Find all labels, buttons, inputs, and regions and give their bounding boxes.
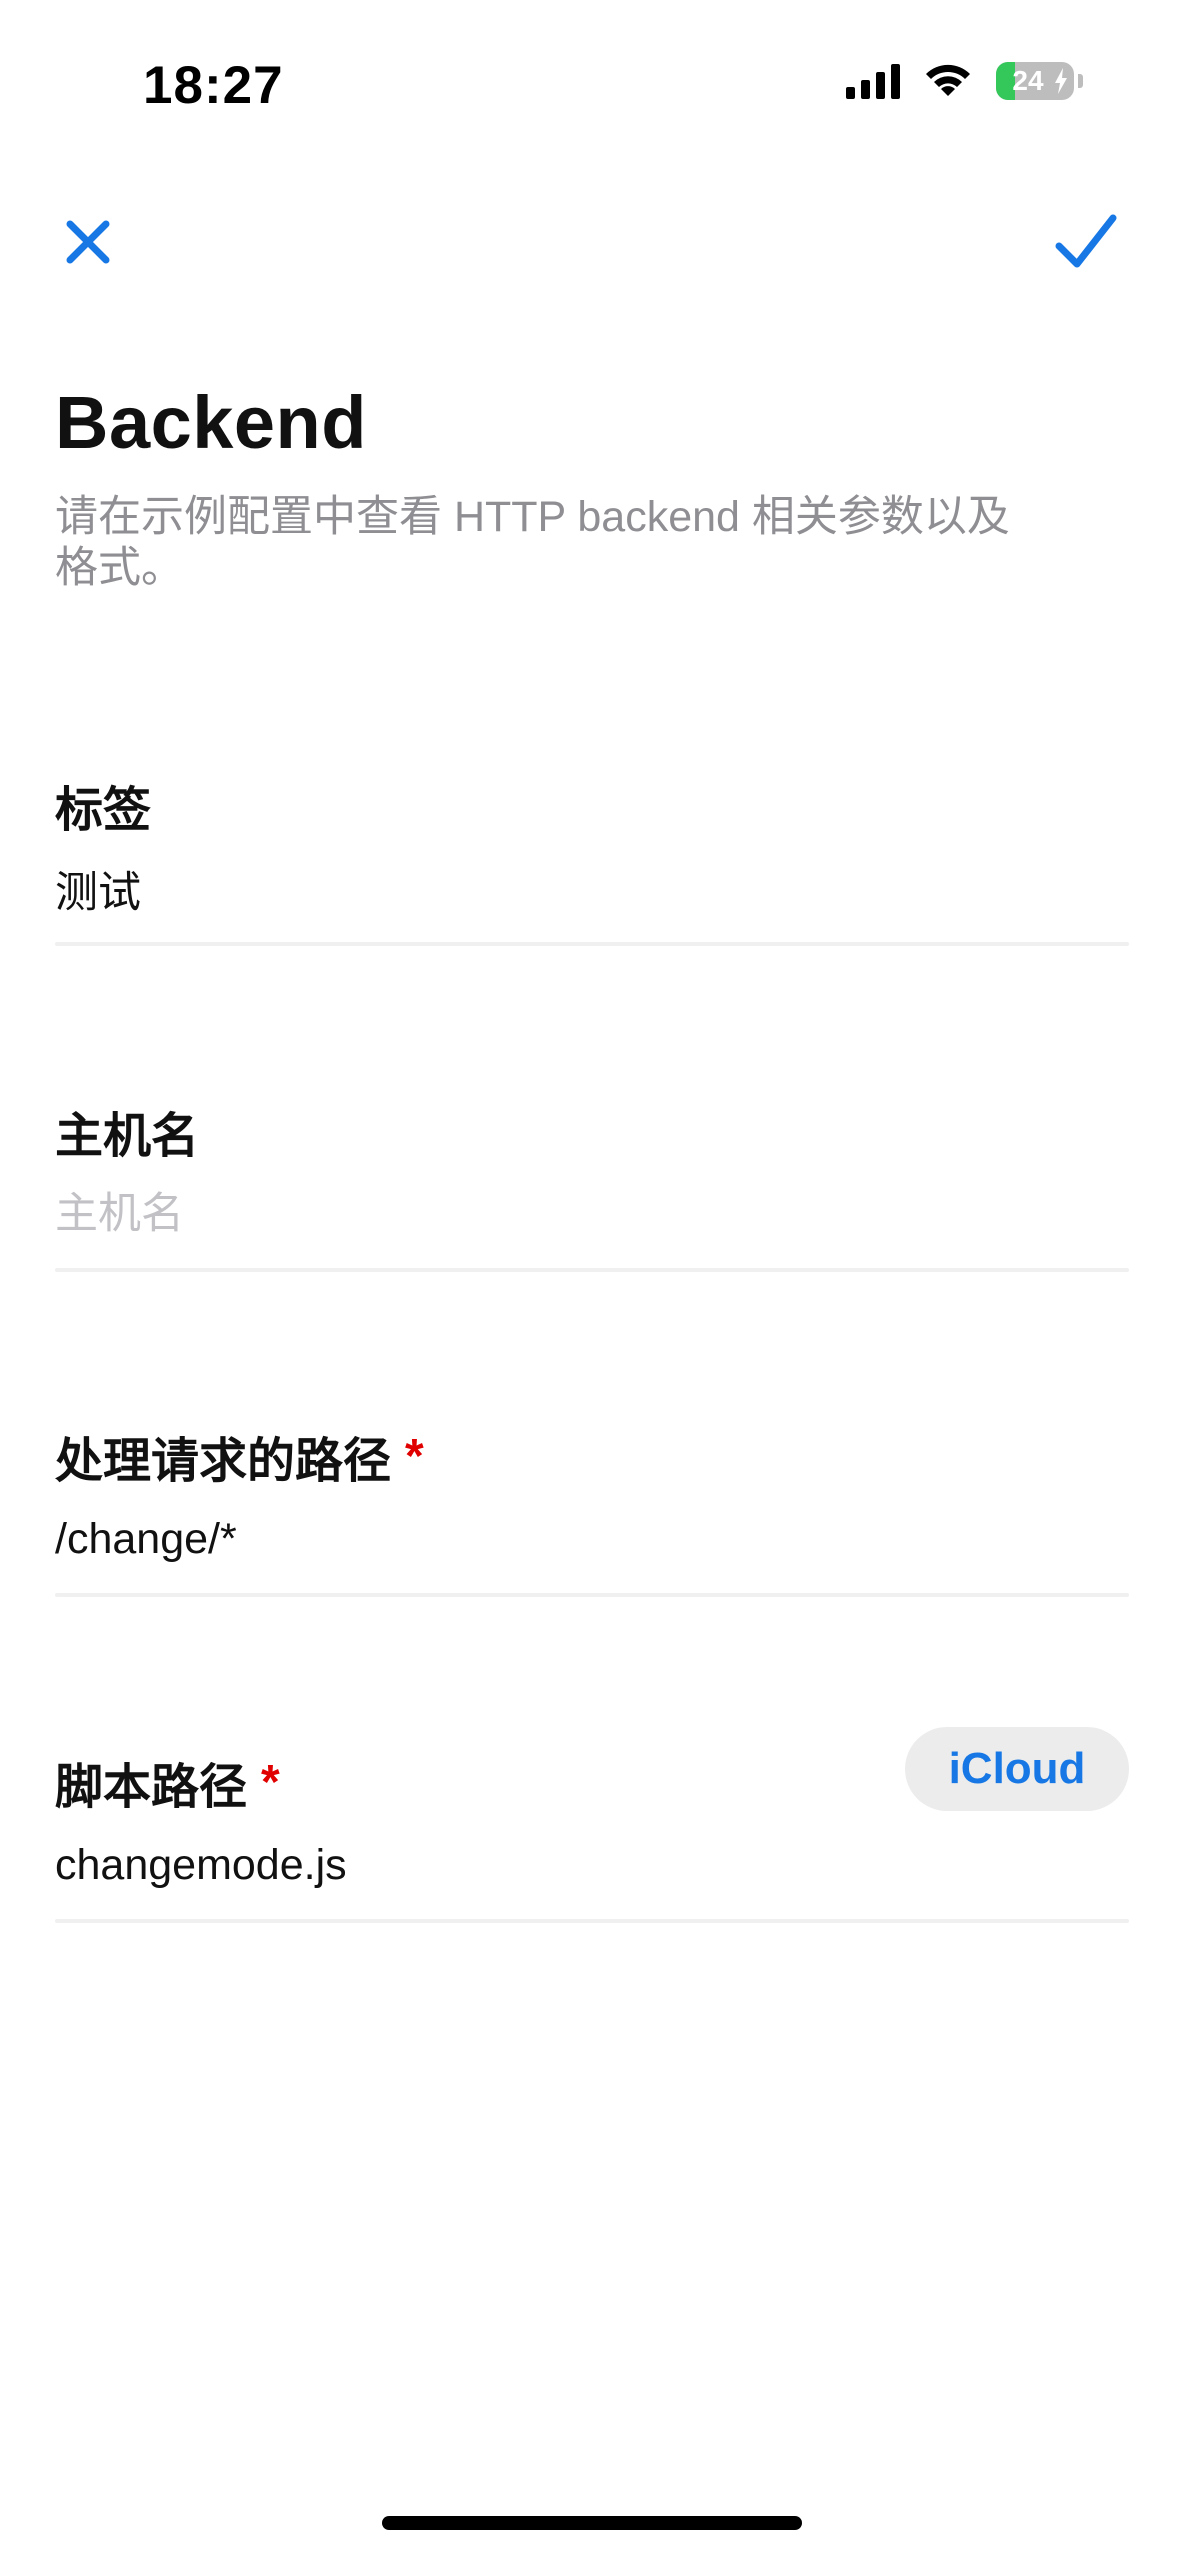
hostname-field-divider — [55, 1268, 1129, 1272]
wifi-icon — [926, 64, 970, 96]
icloud-button[interactable]: iCloud — [905, 1727, 1129, 1811]
script-path-field-divider — [55, 1919, 1129, 1923]
script-path-field-title: 脚本路径 * — [55, 1747, 280, 1817]
required-asterisk: * — [261, 1755, 280, 1809]
close-icon — [66, 220, 110, 264]
checkmark-icon — [1055, 214, 1117, 268]
label-input[interactable] — [55, 864, 1129, 913]
label-field-title-text: 标签 — [55, 784, 152, 837]
status-icons: 24 — [846, 62, 1083, 100]
charging-bolt-icon — [1055, 68, 1067, 94]
label-field-title: 标签 — [55, 770, 151, 840]
battery-cap — [1078, 74, 1083, 88]
script-path-input[interactable] — [55, 1841, 1129, 1890]
page-title: Backend — [55, 381, 367, 464]
battery-charging-icon: 24 — [996, 62, 1074, 100]
request-path-input[interactable] — [55, 1515, 1129, 1564]
hostname-field-title: 主机名 — [55, 1096, 199, 1166]
done-button[interactable] — [1053, 210, 1119, 274]
label-field-divider — [55, 942, 1129, 946]
required-asterisk: * — [405, 1429, 424, 1483]
hostname-input[interactable] — [55, 1190, 1129, 1239]
hostname-field-title-text: 主机名 — [55, 1110, 200, 1163]
cellular-signal-icon — [846, 63, 900, 99]
request-path-field-divider — [55, 1593, 1129, 1597]
status-time: 18:27 — [143, 56, 284, 115]
close-button[interactable] — [58, 212, 118, 272]
battery-percent: 24 — [1012, 65, 1044, 96]
request-path-field-title: 处理请求的路径 * — [55, 1421, 424, 1491]
script-path-field-title-text: 脚本路径 — [55, 1761, 248, 1814]
page-subtitle: 请在示例配置中查看 HTTP backend 相关参数以及格式。 — [55, 493, 1010, 592]
home-indicator[interactable] — [382, 2516, 802, 2530]
request-path-field-title-text: 处理请求的路径 — [55, 1435, 392, 1488]
